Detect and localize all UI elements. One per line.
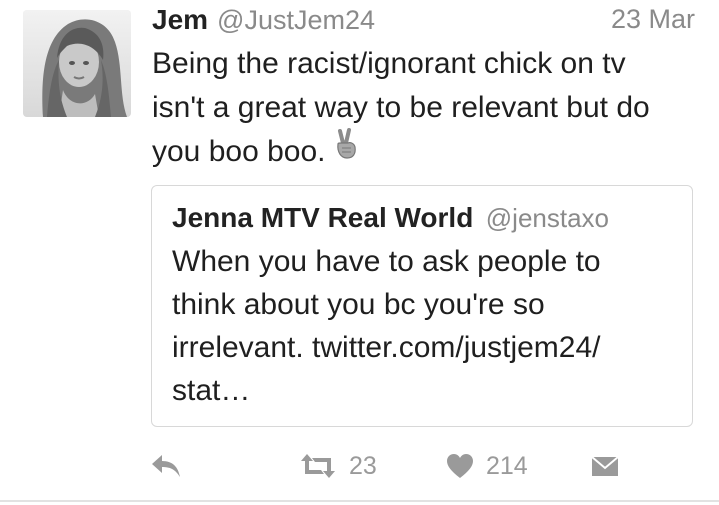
divider	[0, 500, 719, 502]
tweet-header: Jem @JustJem24 23 Mar	[152, 4, 695, 42]
avatar[interactable]	[23, 10, 131, 117]
quoted-text-line: think about you bc you're so	[172, 288, 545, 321]
tweet-text-line: Being the racist/ignorant chick on tv	[152, 47, 626, 80]
tweet-text: Being the racist/ignorant chick on tv is…	[152, 42, 697, 174]
quoted-author-handle: @jenstaxo	[485, 203, 610, 233]
direct-message-button[interactable]	[591, 446, 619, 486]
quoted-tweet-text: When you have to ask people to think abo…	[172, 240, 601, 412]
avatar-photo	[23, 10, 131, 117]
tweet-text-line-content: you boo boo.	[152, 135, 326, 168]
tweet-actions: 23 214	[0, 446, 719, 486]
tweet-text-line: isn't a great way to be relevant but do	[152, 91, 650, 124]
heart-icon	[447, 454, 473, 478]
like-button[interactable]: 214	[446, 446, 528, 486]
quoted-text-line: When you have to ask people to	[172, 245, 601, 278]
tweet[interactable]: Jem @JustJem24 23 Mar Being the racist/i…	[0, 0, 719, 502]
like-count: 214	[486, 451, 528, 480]
victory-hand-icon	[333, 127, 359, 173]
retweet-button[interactable]: 23	[299, 446, 377, 486]
quoted-text-line: stat…	[172, 374, 251, 407]
retweet-count: 23	[349, 451, 377, 480]
quoted-text-line: irrelevant. twitter.com/justjem24/	[172, 331, 601, 364]
reply-icon	[152, 455, 180, 477]
reply-button[interactable]	[150, 446, 182, 486]
quoted-tweet[interactable]: Jenna MTV Real World @jenstaxo When you …	[151, 185, 693, 427]
author-name[interactable]: Jem	[152, 4, 208, 36]
tweet-text-line: you boo boo.	[152, 127, 697, 174]
quoted-tweet-header: Jenna MTV Real World @jenstaxo	[172, 202, 609, 234]
quoted-author-name: Jenna MTV Real World	[172, 202, 474, 233]
retweet-icon	[301, 454, 335, 478]
author-handle[interactable]: @JustJem24	[217, 5, 375, 36]
timestamp[interactable]: 23 Mar	[611, 4, 695, 35]
envelope-icon	[591, 456, 619, 476]
